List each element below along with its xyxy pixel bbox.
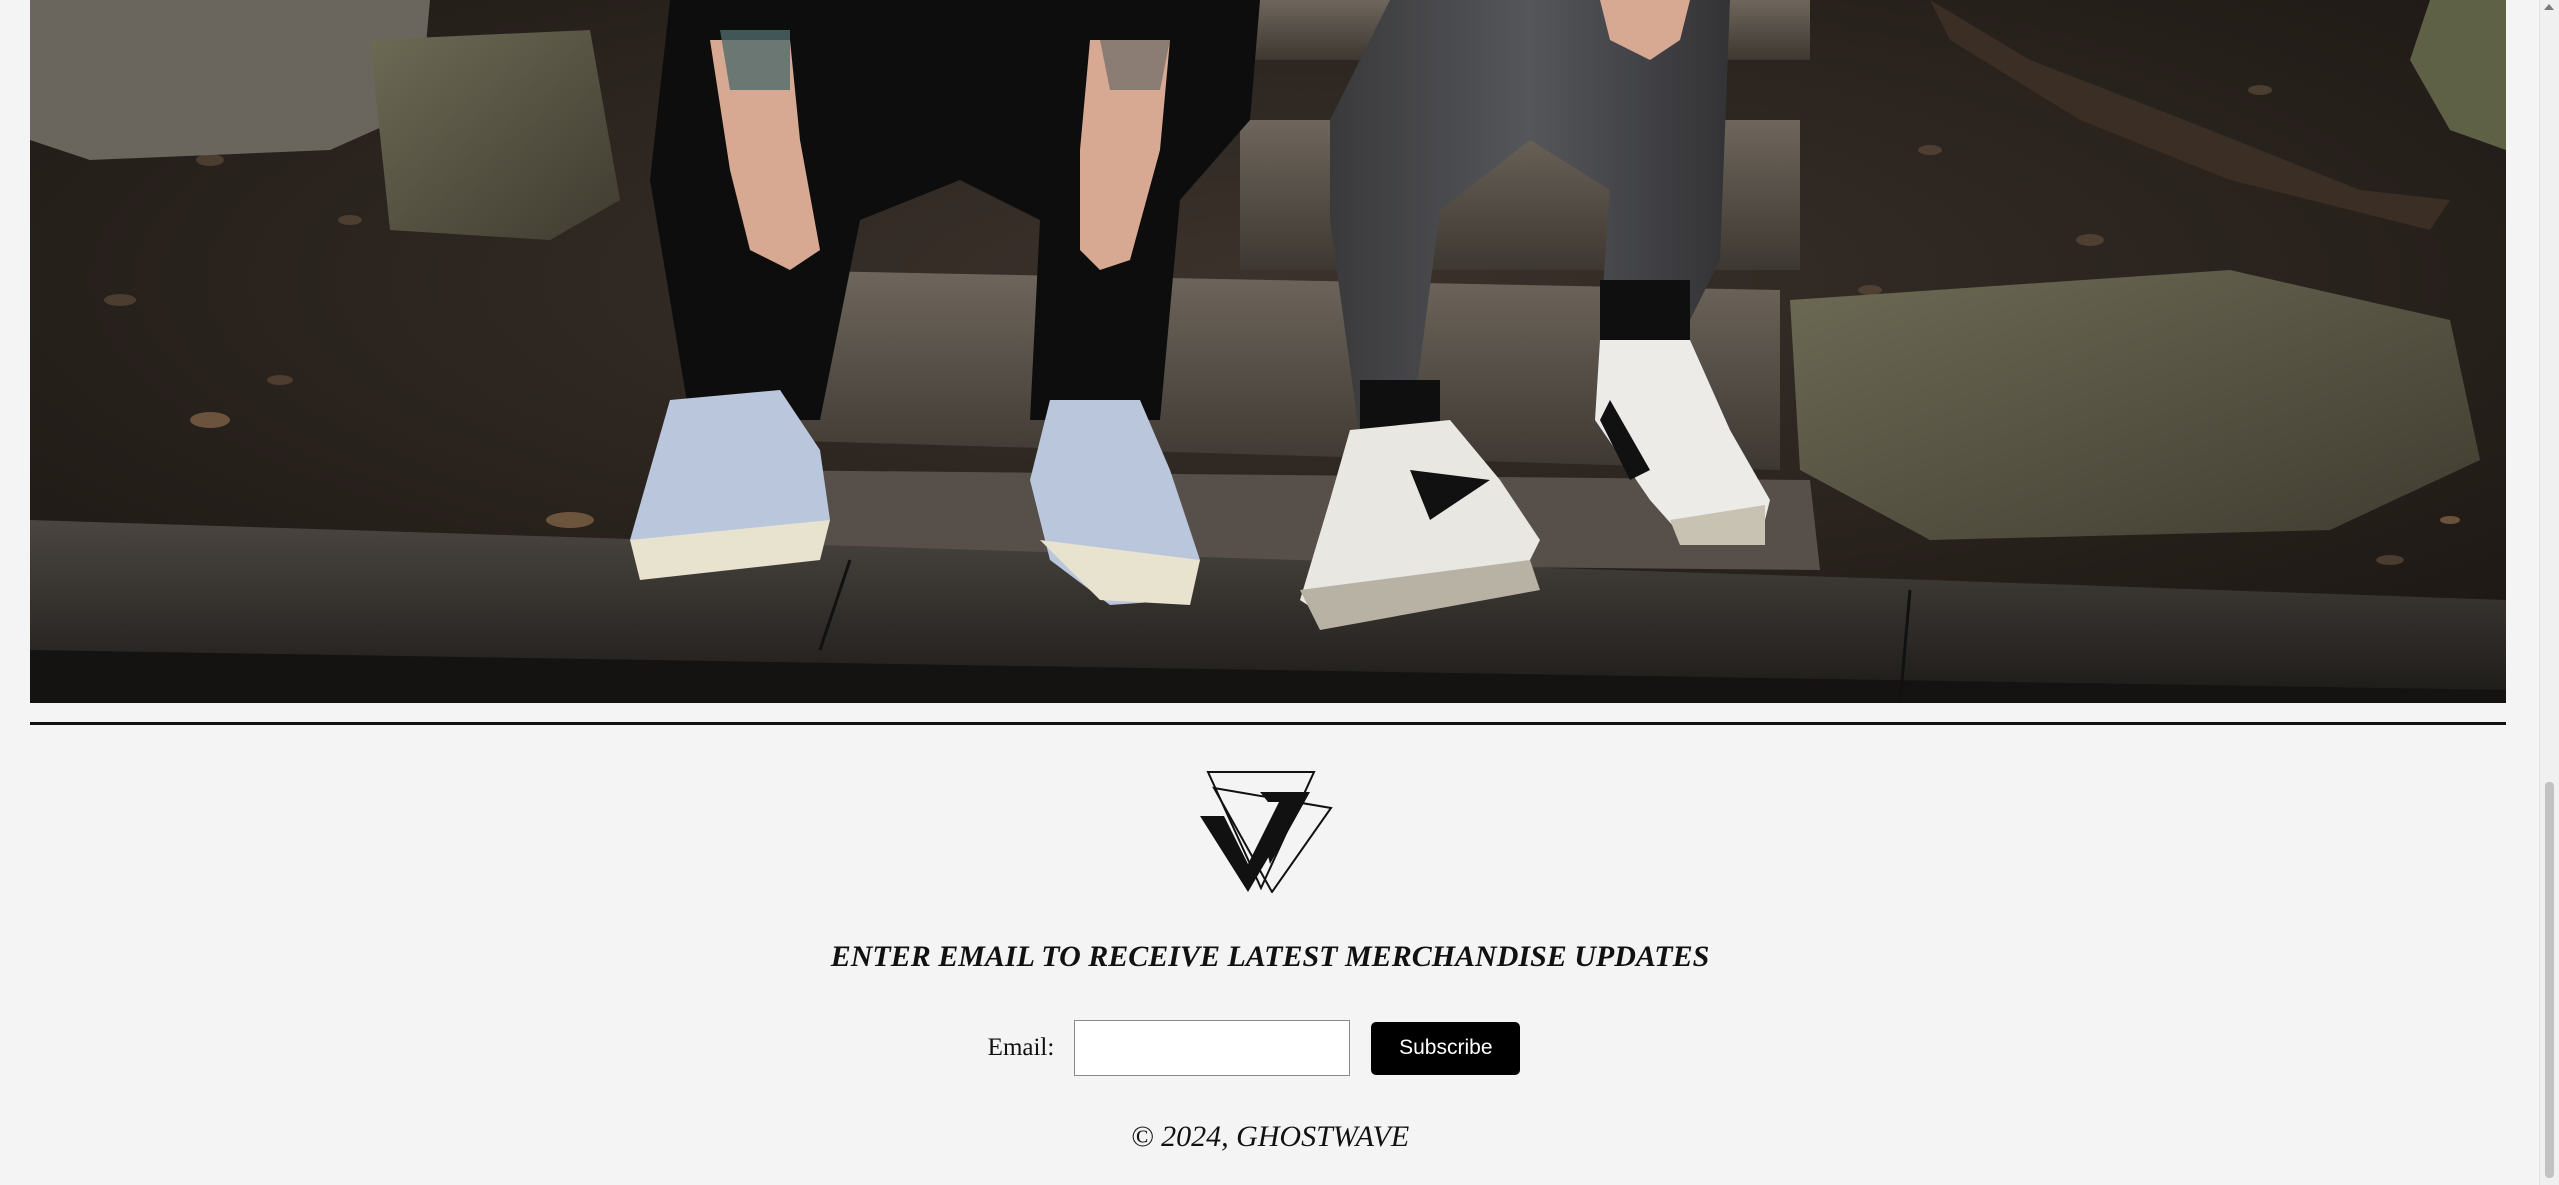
copyright-text: © 2024, GHOSTWAVE [1130,1120,1410,1153]
email-label: Email: [987,1034,1055,1061]
scroll-up-arrow-icon[interactable] [2544,4,2554,10]
newsletter-form: Email: Subscribe [0,1020,2540,1076]
newsletter-heading: ENTER EMAIL TO RECEIVE LATEST MERCHANDIS… [830,940,1710,973]
scrollbar-thumb[interactable] [2545,782,2554,1178]
brand-logo[interactable] [1200,768,1335,894]
vertical-scrollbar[interactable] [2539,0,2559,1185]
subscribe-button[interactable]: Subscribe [1371,1021,1521,1075]
hero-image [30,0,2506,703]
email-input[interactable] [1074,1020,1351,1076]
triangle-logo-icon [1200,771,1333,894]
section-divider [30,722,2506,725]
page: ENTER EMAIL TO RECEIVE LATEST MERCHANDIS… [0,0,2559,1185]
